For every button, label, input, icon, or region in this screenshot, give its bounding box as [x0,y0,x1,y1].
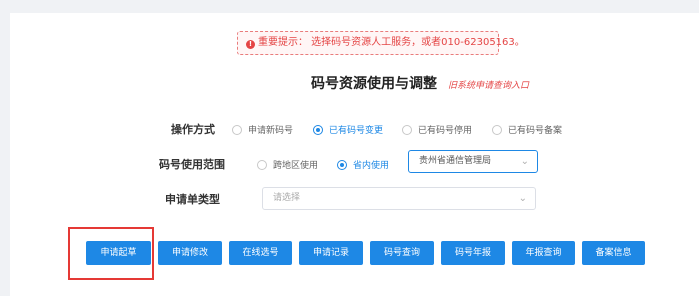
apply-type-select[interactable]: 请选择 ⌄ [262,187,536,210]
scope-label: 码号使用范围 [159,158,225,171]
apply-record-button[interactable]: 申请记录 [299,241,363,265]
online-select-number-button[interactable]: 在线选号 [229,241,292,265]
radio-circle [492,124,502,135]
apply-modify-button[interactable]: 申请修改 [158,241,222,265]
radio-circle [402,124,412,135]
apply-type-label: 申请单类型 [165,193,220,206]
province-select-value: 贵州省通信管理局 [419,156,492,166]
report-query-button[interactable]: 年报查询 [512,241,575,265]
radio-circle [257,159,267,170]
number-query-button[interactable]: 码号查询 [370,241,434,265]
radio-record-number[interactable]: 已有码号备案 [492,123,562,136]
province-select[interactable]: 贵州省通信管理局 ⌄ [408,150,538,173]
chevron-down-icon: ⌄ [520,156,529,167]
radio-circle-checked [313,124,323,135]
record-info-button[interactable]: 备案信息 [582,241,645,265]
alert-circle-icon: ! [246,40,255,49]
apply-type-placeholder: 请选择 [273,193,301,203]
radio-change-number[interactable]: 已有码号变更 [313,123,383,136]
radio-circle-checked [337,159,347,170]
chevron-down-icon: ⌄ [518,193,527,204]
notice-text: 重要提示： 选择码号资源人工服务，或者010-62305163。 [258,37,525,48]
radio-cross-region[interactable]: 跨地区使用 [257,158,318,171]
old-system-link[interactable]: 旧系统申请查询入口 [448,78,529,91]
operation-label: 操作方式 [171,123,215,136]
radio-circle [232,124,242,135]
important-notice: ! 重要提示： 选择码号资源人工服务，或者010-62305163。 [237,31,525,55]
highlight-box [68,227,154,280]
annual-report-button[interactable]: 码号年报 [441,241,505,265]
radio-in-province[interactable]: 省内使用 [337,158,389,171]
radio-new-number[interactable]: 申请新码号 [232,123,293,136]
radio-stop-number[interactable]: 已有码号停用 [402,123,472,136]
page-title: 码号资源使用与调整 [311,76,437,92]
